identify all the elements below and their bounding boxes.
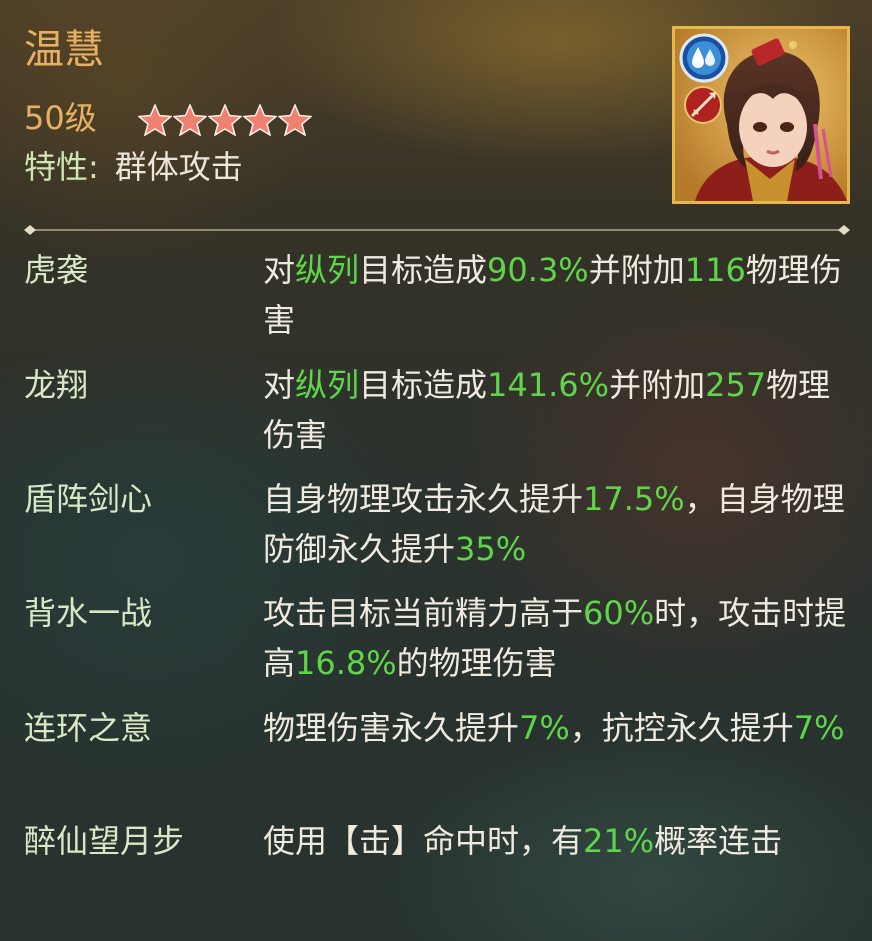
hero-info-panel: 温慧 50级 特性: 群体攻击 虎袭 对纵列目标造成90.3%并附加116物理伤… [0, 0, 872, 941]
water-drops-icon [679, 33, 729, 83]
highlight-value: 7% [793, 709, 845, 747]
trait-value: 群体攻击 [114, 148, 243, 186]
skill-name: 盾阵剑心 [24, 480, 153, 518]
highlight-value: 60% [583, 594, 655, 632]
hero-level: 50级 [24, 99, 97, 137]
highlight-value: 90.3% [487, 251, 589, 289]
highlight-value: 16.8% [295, 644, 397, 682]
desc-text: 使用【击】命中时，有 [263, 822, 584, 860]
desc-text: ，抗控永久提升 [569, 709, 794, 747]
skill-description: 使用【击】命中时，有21%概率连击 [263, 816, 858, 866]
desc-text: 目标造成 [359, 366, 488, 404]
highlight-value: 21% [583, 822, 655, 860]
skill-name: 醉仙望月步 [24, 822, 185, 860]
highlight-value: 纵列 [295, 366, 360, 404]
spear-icon [684, 86, 722, 124]
desc-text: 概率连击 [654, 822, 783, 860]
highlight-value: 35% [455, 530, 527, 568]
star-icon [278, 104, 312, 136]
desc-text: 攻击目标当前精力高于 [263, 594, 584, 632]
highlight-value: 纵列 [295, 251, 360, 289]
skill-name: 连环之意 [24, 709, 153, 747]
hero-trait: 特性: 群体攻击 [24, 151, 243, 183]
highlight-value: 17.5% [583, 480, 685, 518]
trait-label: 特性: [24, 148, 99, 186]
hero-portrait[interactable] [672, 26, 850, 204]
skill-description: 对纵列目标造成90.3%并附加116物理伤害 [263, 245, 858, 345]
highlight-value: 7% [519, 709, 570, 747]
desc-text: 并附加 [588, 251, 685, 289]
desc-text: 对 [263, 366, 296, 404]
skill-description: 自身物理攻击永久提升17.5%，自身物理防御永久提升35% [263, 474, 858, 574]
skill-name: 虎袭 [24, 251, 89, 289]
desc-text: 自身物理攻击永久提升 [263, 480, 584, 518]
desc-text: 目标造成 [359, 251, 488, 289]
desc-text: 对 [263, 251, 296, 289]
star-icon [173, 104, 207, 136]
highlight-value: 257 [705, 366, 767, 404]
hero-name: 温慧 [24, 27, 104, 73]
skill-description: 对纵列目标造成141.6%并附加257物理伤害 [263, 360, 858, 460]
skill-name: 龙翔 [24, 366, 89, 404]
desc-text: 物理伤害永久提升 [263, 709, 520, 747]
skill-description: 攻击目标当前精力高于60%时，攻击时提高16.8%的物理伤害 [263, 588, 858, 688]
desc-text: 的物理伤害 [396, 644, 557, 682]
highlight-value: 141.6% [487, 366, 610, 404]
star-icon [208, 104, 242, 136]
star-icon [138, 104, 172, 136]
star-rating [138, 104, 312, 136]
skill-description: 物理伤害永久提升7%，抗控永久提升7% [263, 703, 858, 753]
section-divider [24, 225, 850, 235]
star-icon [243, 104, 277, 136]
skill-name: 背水一战 [24, 594, 153, 632]
desc-text: 并附加 [609, 366, 706, 404]
highlight-value: 116 [684, 251, 746, 289]
